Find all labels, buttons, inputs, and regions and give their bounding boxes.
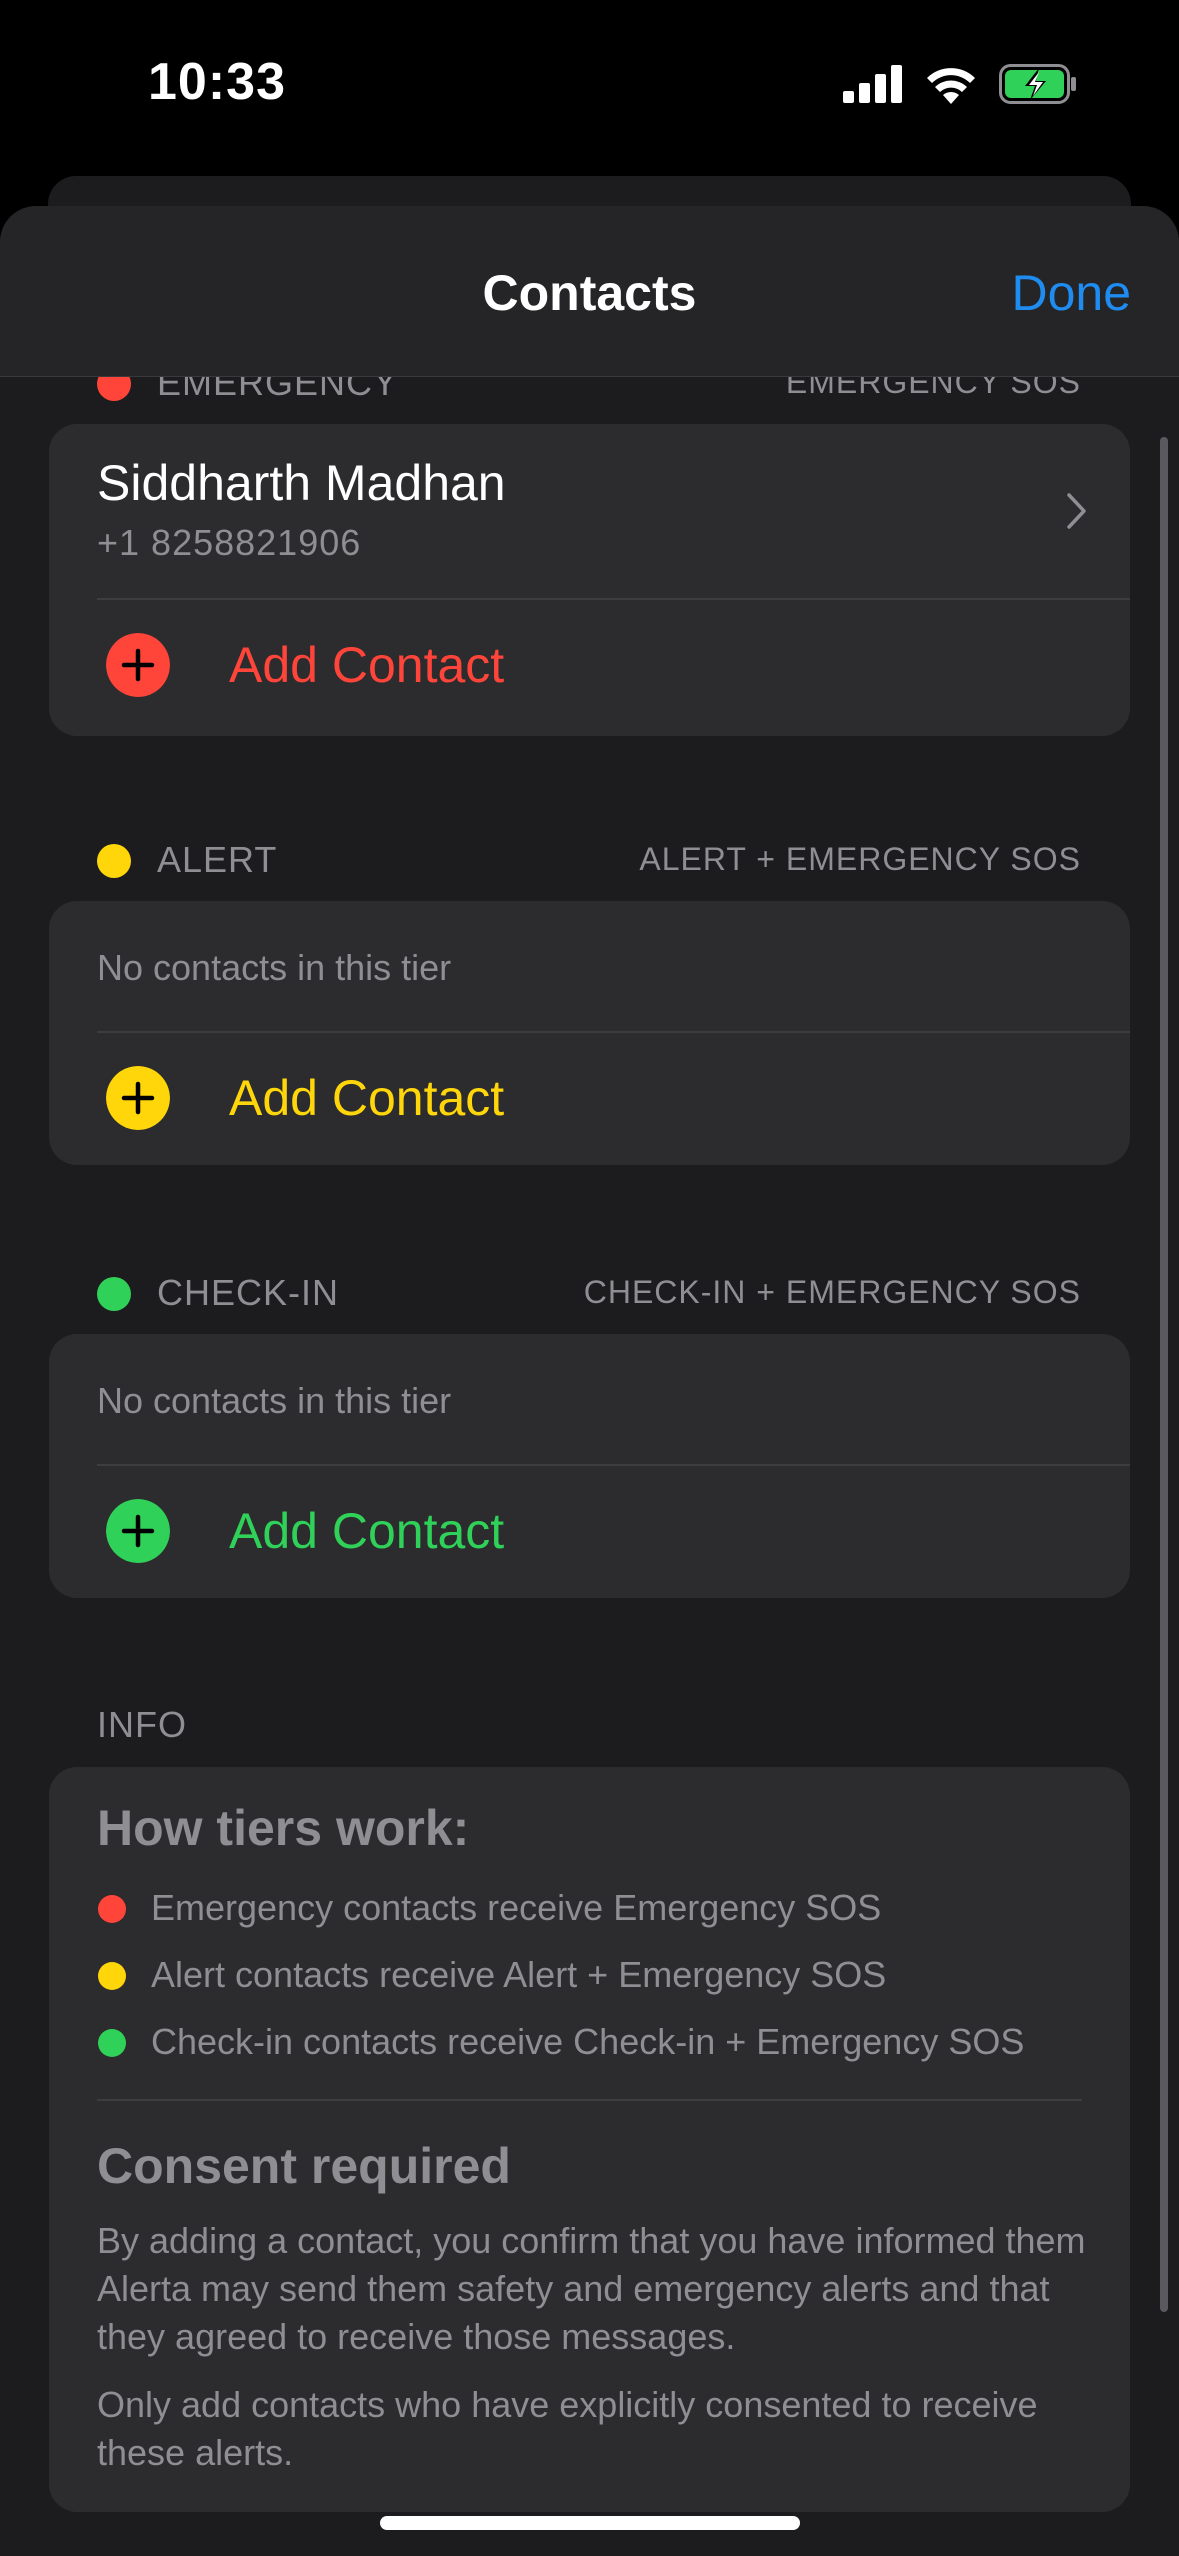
- contact-row[interactable]: Siddharth Madhan +1 8258821906: [49, 424, 1130, 598]
- alert-dot-icon: [97, 844, 131, 878]
- add-contact-label: Add Contact: [229, 1070, 505, 1126]
- add-emergency-contact-button[interactable]: Add Contact: [49, 600, 1130, 730]
- empty-tier-text: No contacts in this tier: [97, 1380, 452, 1421]
- status-time: 10:33: [148, 53, 286, 111]
- how-tiers-title: How tiers work:: [97, 1800, 470, 1856]
- tier-bullet: Alert contacts receive Alert + Emergency…: [98, 1950, 1098, 2000]
- checkin-card: No contacts in this tier Add Contact: [49, 1334, 1130, 1598]
- alert-card: No contacts in this tier Add Contact: [49, 901, 1130, 1165]
- alert-dot-icon: [98, 1962, 126, 1990]
- cellular-signal-icon: [843, 65, 902, 103]
- bullet-text: Check-in contacts receive Check-in + Eme…: [151, 2021, 1025, 2062]
- checkin-dot-icon: [97, 1277, 131, 1311]
- battery-charging-icon: [999, 64, 1076, 104]
- consent-text: By adding a contact, you confirm that yo…: [97, 2220, 1086, 2357]
- alert-section-header: ALERT ALERT + EMERGENCY SOS: [97, 833, 1081, 893]
- section-scope: CHECK-IN + EMERGENCY SOS: [583, 1274, 1081, 1310]
- consent-title: Consent required: [97, 2138, 511, 2194]
- chevron-right-icon: [1067, 493, 1086, 529]
- section-scope: ALERT + EMERGENCY SOS: [639, 841, 1081, 877]
- status-icons: [843, 64, 1079, 104]
- contact-phone: +1 8258821906: [97, 522, 362, 563]
- add-contact-label: Add Contact: [229, 1503, 505, 1559]
- add-contact-label: Add Contact: [229, 637, 505, 693]
- scrollbar[interactable]: [1160, 437, 1168, 2312]
- bullet-text: Emergency contacts receive Emergency SOS: [151, 1887, 882, 1928]
- add-checkin-contact-button[interactable]: Add Contact: [49, 1466, 1130, 1596]
- plus-circle-icon: [106, 1499, 170, 1563]
- home-indicator[interactable]: [380, 2516, 800, 2530]
- nav-bar: Contacts Done: [0, 206, 1179, 377]
- section-label: CHECK-IN: [157, 1272, 340, 1313]
- info-section-header: INFO: [97, 1704, 187, 1745]
- info-card: How tiers work: Emergency contacts recei…: [49, 1767, 1130, 2512]
- contacts-sheet: EMERGENCY EMERGENCY SOS Siddharth Madhan…: [0, 206, 1179, 2556]
- contact-name: Siddharth Madhan: [97, 455, 506, 511]
- empty-tier-text: No contacts in this tier: [97, 947, 452, 988]
- consent-note: Only add contacts who have explicitly co…: [97, 2384, 1038, 2473]
- add-alert-contact-button[interactable]: Add Contact: [49, 1033, 1130, 1163]
- page-title: Contacts: [482, 265, 697, 321]
- plus-circle-icon: [106, 633, 170, 697]
- emergency-card: Siddharth Madhan +1 8258821906 Add Conta…: [49, 424, 1130, 736]
- checkin-section-header: CHECK-IN CHECK-IN + EMERGENCY SOS: [97, 1266, 1081, 1326]
- wifi-icon: [927, 68, 975, 104]
- done-button[interactable]: Done: [1011, 264, 1131, 322]
- emergency-dot-icon: [98, 1895, 126, 1923]
- info-divider: [97, 2099, 1082, 2101]
- bullet-text: Alert contacts receive Alert + Emergency…: [151, 1954, 887, 1995]
- tier-bullet: Check-in contacts receive Check-in + Eme…: [98, 2017, 1098, 2067]
- status-bar: 10:33: [0, 0, 1179, 175]
- checkin-dot-icon: [98, 2029, 126, 2057]
- tier-bullet: Emergency contacts receive Emergency SOS: [98, 1883, 1098, 1933]
- section-label: ALERT: [157, 839, 278, 880]
- plus-circle-icon: [106, 1066, 170, 1130]
